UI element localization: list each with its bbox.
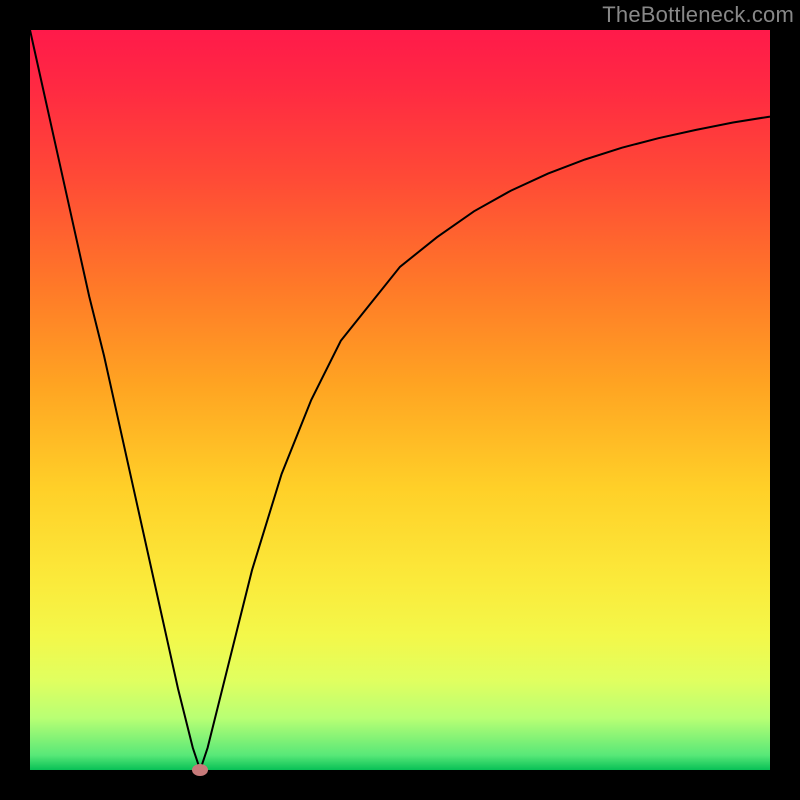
minimum-marker [192, 764, 208, 776]
plot-area [30, 30, 770, 770]
curve-path [30, 30, 770, 770]
watermark-label: TheBottleneck.com [602, 2, 794, 28]
bottleneck-curve [30, 30, 770, 770]
chart-frame: TheBottleneck.com [0, 0, 800, 800]
